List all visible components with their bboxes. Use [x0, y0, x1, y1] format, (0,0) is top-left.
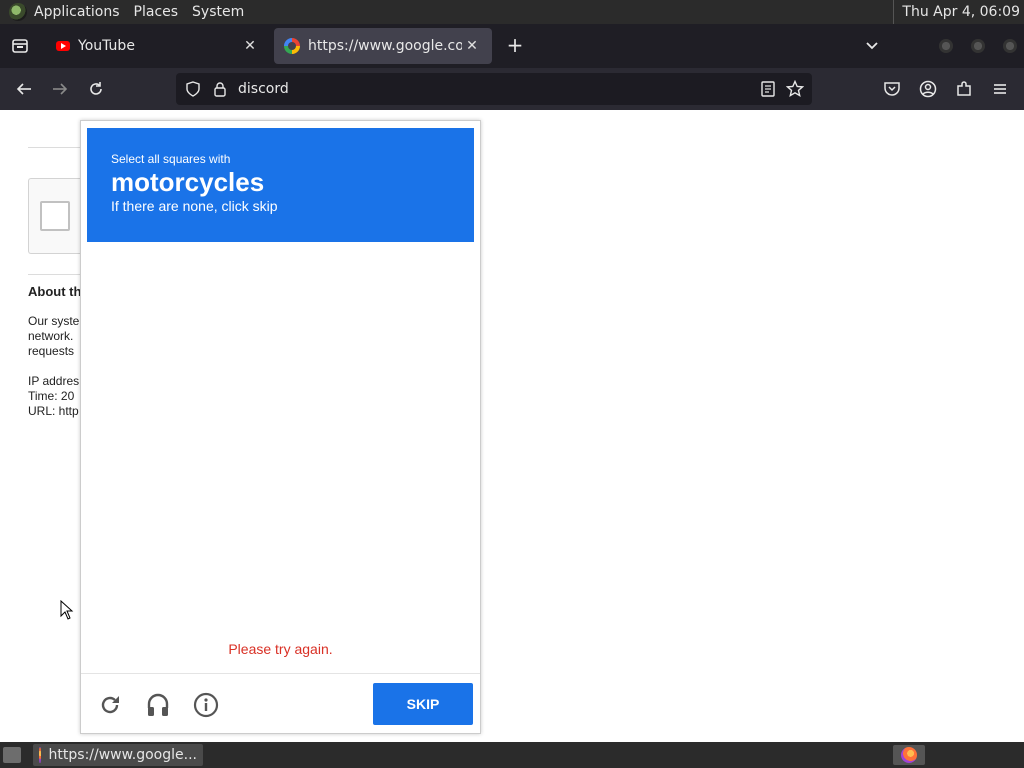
- account-icon[interactable]: [916, 78, 940, 100]
- captcha-tile[interactable]: [282, 345, 377, 440]
- time-line: Time: 20: [28, 389, 75, 403]
- extensions-icon[interactable]: [952, 78, 976, 100]
- about-heading: About th: [28, 284, 80, 299]
- google-icon: [284, 38, 300, 54]
- captcha-hint: If there are none, click skip: [111, 198, 278, 214]
- captcha-tile[interactable]: [87, 443, 182, 538]
- body-line: requests: [28, 344, 75, 358]
- taskbar: https://www.google...: [0, 742, 1024, 768]
- headphones-icon[interactable]: [145, 692, 171, 718]
- taskbar-window-firefox[interactable]: https://www.google...: [33, 744, 203, 766]
- captcha-tile[interactable]: [87, 345, 182, 440]
- close-tab-icon[interactable]: ✕: [462, 38, 482, 54]
- new-tab-icon[interactable]: +: [503, 34, 527, 58]
- captcha-tile[interactable]: [282, 540, 377, 635]
- tab-title: https://www.google.com/sorry: [308, 38, 462, 54]
- captcha-tile[interactable]: [379, 540, 474, 635]
- youtube-icon: [56, 41, 70, 51]
- ip-line: IP addres: [28, 374, 80, 388]
- top-panel: Applications Places System Thu Apr 4, 06…: [0, 0, 1024, 24]
- system-logo-icon[interactable]: [9, 3, 27, 21]
- captcha-tile[interactable]: [87, 248, 182, 343]
- chevron-down-icon[interactable]: [862, 36, 882, 56]
- shield-icon[interactable]: [185, 81, 201, 97]
- back-arrow-icon[interactable]: [12, 78, 36, 100]
- captcha-tile[interactable]: [87, 540, 182, 635]
- captcha-tile[interactable]: [282, 248, 377, 343]
- captcha-tile[interactable]: [282, 443, 377, 538]
- captcha-tile[interactable]: [184, 443, 279, 538]
- tray-firefox[interactable]: [893, 745, 925, 765]
- captcha-tile[interactable]: [379, 248, 474, 343]
- captcha-tile[interactable]: [379, 443, 474, 538]
- clock[interactable]: Thu Apr 4, 06:09: [893, 0, 1020, 24]
- captcha-tile[interactable]: [184, 248, 279, 343]
- firefox-view-icon[interactable]: [8, 34, 32, 58]
- menu-applications[interactable]: Applications: [27, 0, 127, 24]
- maximize-window-icon[interactable]: [971, 39, 985, 53]
- menu-places[interactable]: Places: [127, 0, 186, 24]
- divider: [28, 274, 88, 275]
- info-icon[interactable]: [193, 692, 219, 718]
- close-tab-icon[interactable]: ✕: [240, 38, 260, 54]
- tab-title: YouTube: [78, 38, 135, 54]
- captcha-tile[interactable]: [379, 345, 474, 440]
- captcha-footer: SKIP: [81, 673, 480, 733]
- reload-icon[interactable]: [84, 78, 108, 100]
- tab-youtube[interactable]: YouTube ✕: [46, 28, 270, 64]
- reload-challenge-icon[interactable]: [97, 692, 123, 718]
- captcha-target: motorcycles: [111, 167, 265, 197]
- captcha-tile[interactable]: [184, 345, 279, 440]
- divider: [28, 147, 88, 148]
- navigation-bar: discord: [0, 68, 1024, 110]
- skip-button[interactable]: SKIP: [373, 683, 473, 725]
- recaptcha-checkbox[interactable]: [40, 201, 70, 231]
- mouse-cursor-icon: [60, 600, 74, 620]
- close-window-icon[interactable]: [1003, 39, 1017, 53]
- url-line: URL: http: [28, 404, 79, 418]
- hamburger-menu-icon[interactable]: [988, 78, 1012, 100]
- desktop: Applications Places System Thu Apr 4, 06…: [0, 0, 1024, 768]
- pocket-icon[interactable]: [880, 78, 904, 100]
- firefox-icon: [39, 747, 41, 763]
- forward-arrow-icon[interactable]: [48, 78, 72, 100]
- body-line: Our syste: [28, 314, 80, 328]
- body-line: network.: [28, 329, 74, 343]
- taskbar-window-title: https://www.google...: [48, 747, 197, 763]
- captcha-instruction: Select all squares with: [111, 152, 231, 166]
- menu-system[interactable]: System: [185, 0, 251, 24]
- tab-strip: YouTube ✕ https://www.google.com/sorry ✕…: [0, 24, 1024, 68]
- captcha-header: Select all squares with motorcycles If t…: [87, 128, 474, 242]
- captcha-error-message: Please try again.: [228, 641, 333, 657]
- panel-menu: Applications Places System: [27, 0, 251, 24]
- firefox-icon: [901, 747, 917, 763]
- captcha-tile[interactable]: [184, 540, 279, 635]
- reader-view-icon[interactable]: [760, 81, 776, 97]
- minimize-window-icon[interactable]: [939, 39, 953, 53]
- show-desktop-icon[interactable]: [3, 747, 21, 763]
- captcha-challenge: Select all squares with motorcycles If t…: [80, 120, 481, 734]
- address-bar[interactable]: discord: [176, 73, 812, 105]
- url-text[interactable]: discord: [238, 73, 289, 105]
- captcha-tile-grid: [87, 248, 474, 635]
- tab-google[interactable]: https://www.google.com/sorry ✕: [274, 28, 492, 64]
- lock-icon[interactable]: [212, 81, 228, 97]
- bookmark-star-icon[interactable]: [786, 80, 804, 98]
